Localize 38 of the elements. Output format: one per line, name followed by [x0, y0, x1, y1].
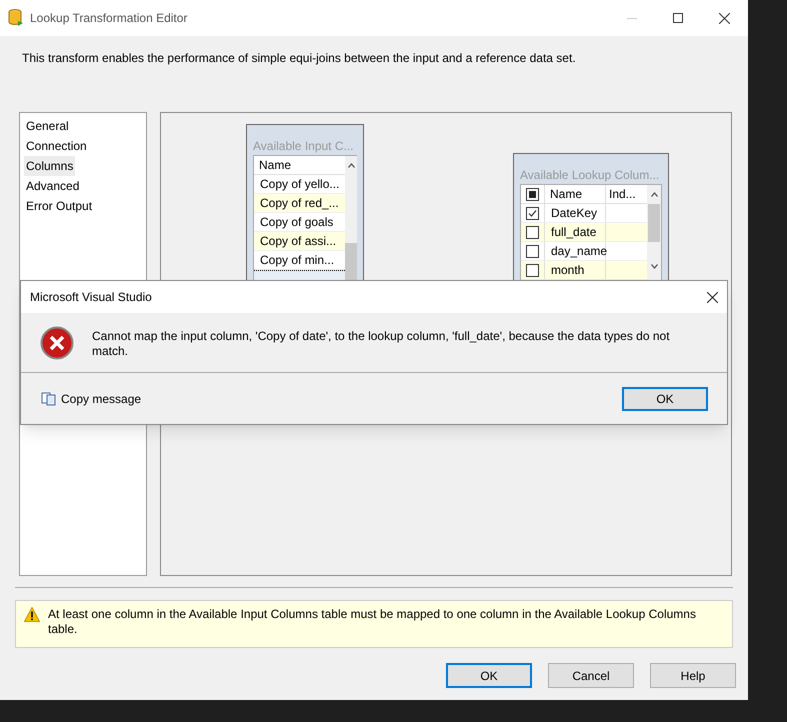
- copy-message-link[interactable]: Copy message: [61, 390, 142, 408]
- scrollbar[interactable]: [647, 185, 661, 280]
- nav-item[interactable]: General: [24, 116, 71, 136]
- scroll-up-icon[interactable]: [650, 192, 658, 197]
- ok-button[interactable]: OK: [622, 386, 708, 410]
- dialog-button[interactable]: Cancel: [548, 663, 634, 688]
- checkbox[interactable]: [526, 244, 539, 258]
- warning-icon: [24, 607, 40, 622]
- dialog-title: Microsoft Visual Studio: [30, 289, 152, 306]
- table-cell[interactable]: DateKey: [545, 204, 606, 222]
- warning-message: At least one column in the Available Input Columns table must be mapped to one column in the Available Lookup Columns table.: [48, 607, 697, 637]
- close-icon[interactable]: [719, 12, 730, 24]
- nav-item[interactable]: Advanced: [24, 176, 82, 196]
- description: This transform enables the performance of simple equi-joins between the input and a reference data set.: [22, 51, 576, 65]
- panel-title: Available Lookup Colum...: [520, 167, 660, 184]
- window-title: Lookup Transformation Editor: [30, 10, 188, 27]
- database-icon: [8, 9, 24, 27]
- nav-item[interactable]: Error Output: [24, 196, 94, 216]
- column-header[interactable]: Name: [545, 185, 606, 203]
- dialog-button[interactable]: Help: [650, 663, 736, 688]
- table-cell[interactable]: Copy of red_...: [254, 194, 346, 213]
- close-icon[interactable]: [707, 292, 718, 302]
- scroll-down-icon[interactable]: [650, 264, 658, 269]
- panel-title: Available Input C...: [253, 138, 355, 155]
- nav-item[interactable]: Connection: [24, 136, 89, 156]
- dialog-button[interactable]: OK: [446, 663, 532, 688]
- scroll-up-icon[interactable]: [348, 163, 355, 168]
- checkbox[interactable]: [526, 206, 539, 220]
- table-cell[interactable]: Copy of assi...: [254, 232, 346, 251]
- checkbox[interactable]: [526, 188, 539, 200]
- column-header[interactable]: Ind...: [606, 185, 647, 203]
- error-icon: [40, 326, 74, 360]
- nav-item[interactable]: Columns: [24, 156, 76, 176]
- error-message: Cannot map the input column, 'Copy of date', to the lookup column, 'full_date', because the data types do not match.: [92, 328, 671, 359]
- copy-icon: [41, 392, 57, 406]
- checkbox[interactable]: [526, 226, 539, 238]
- table-cell[interactable]: day_name: [545, 242, 606, 260]
- checkbox[interactable]: [526, 264, 539, 276]
